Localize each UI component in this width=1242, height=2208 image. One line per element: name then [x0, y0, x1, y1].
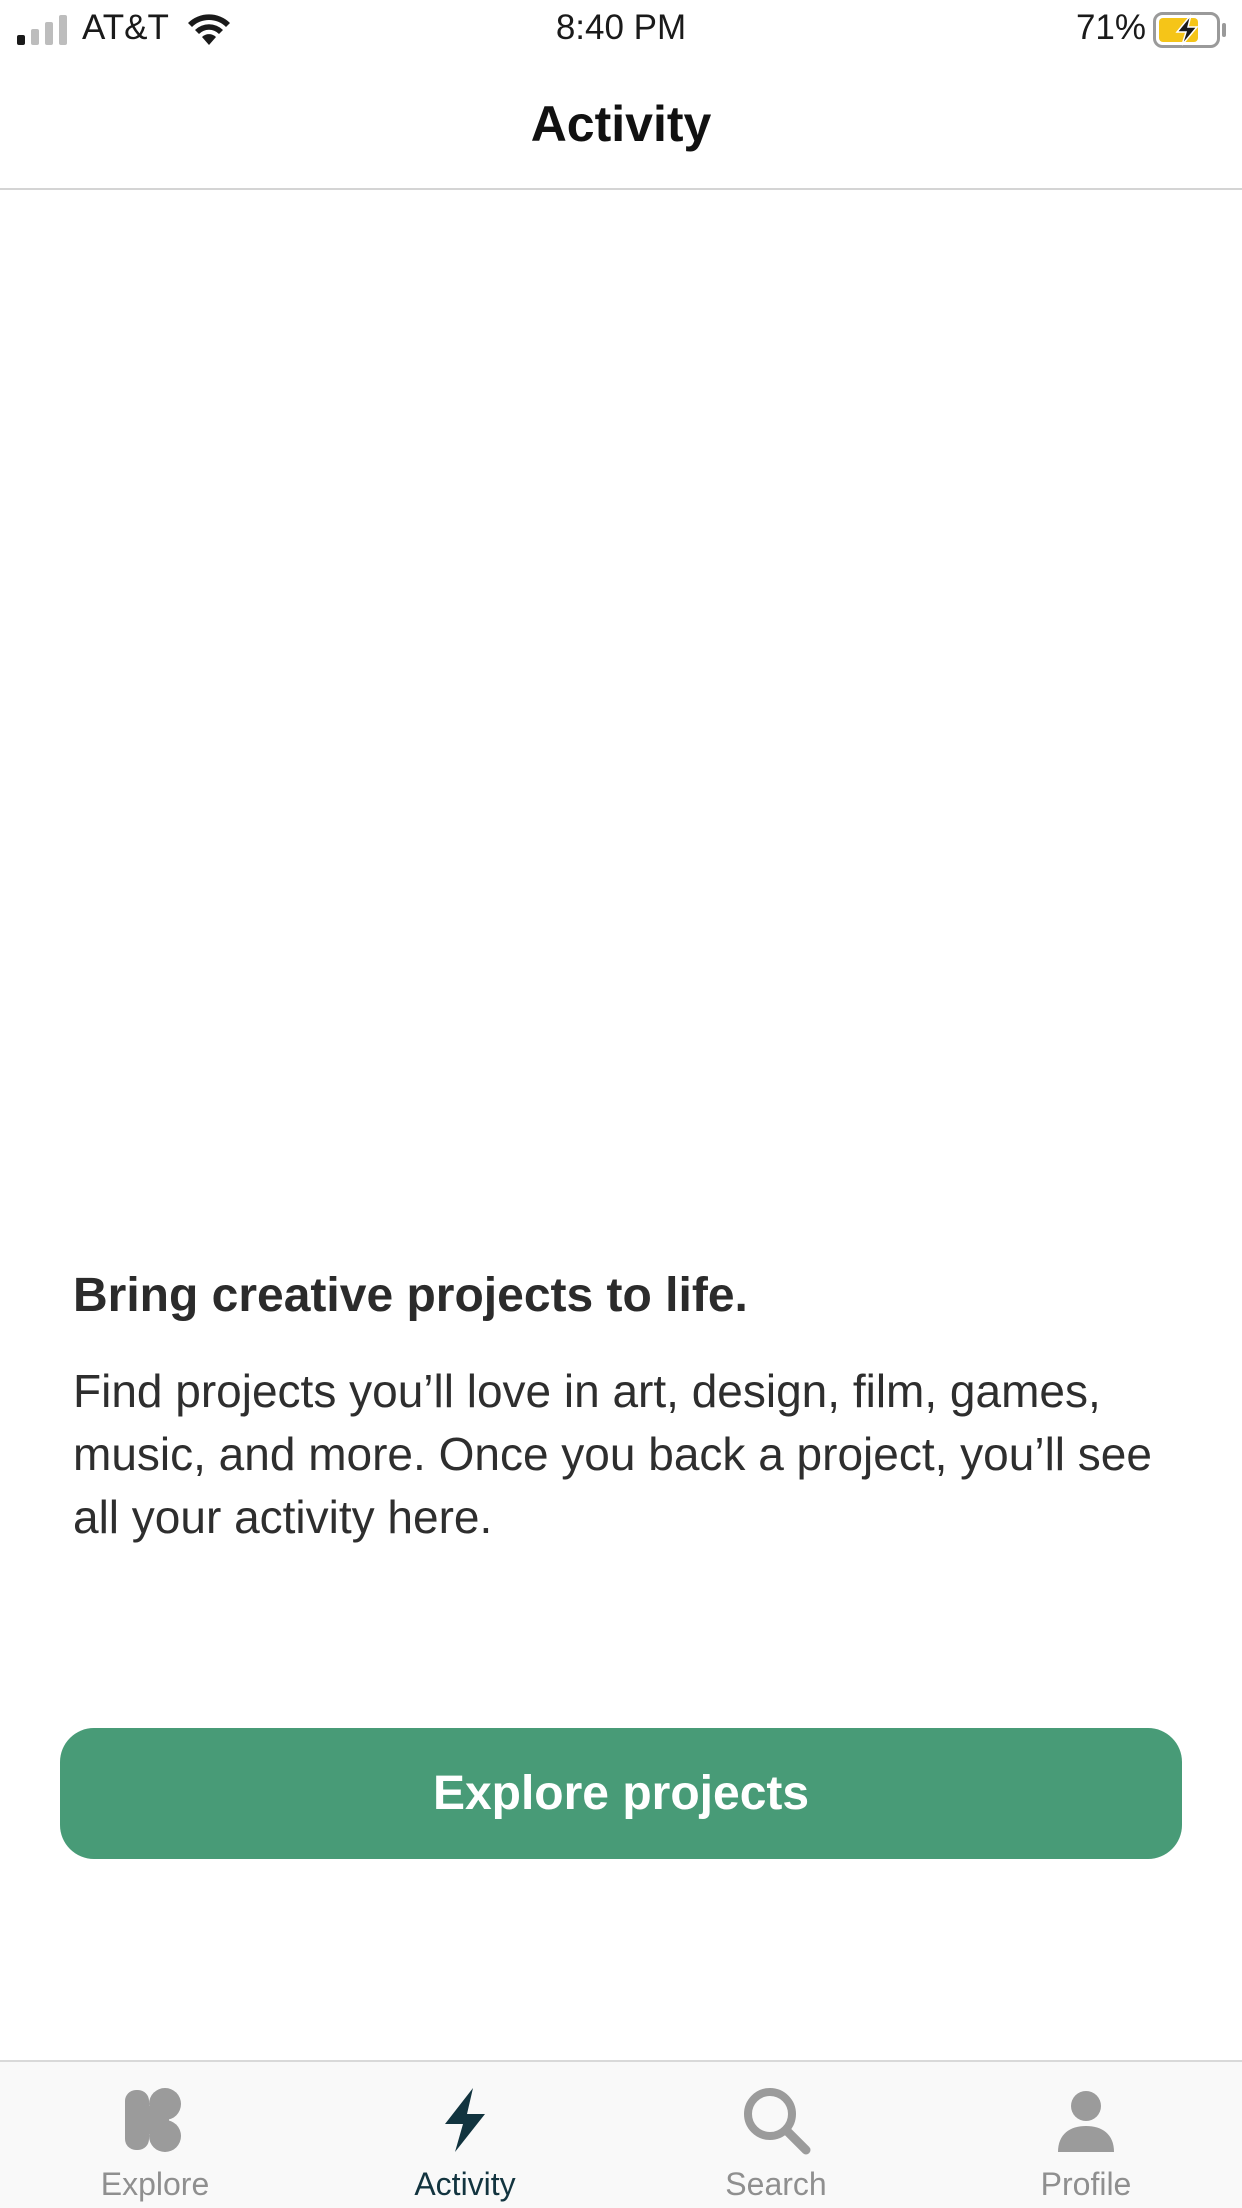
tab-activity[interactable]: Activity [310, 2062, 620, 2208]
person-icon [1058, 2091, 1114, 2152]
tab-search[interactable]: Search [621, 2062, 931, 2208]
tab-label-activity: Activity [414, 2166, 516, 2202]
tab-bar: Explore Activity Search Profile [0, 2060, 1242, 2208]
battery-percentage: 71% [1075, 8, 1146, 47]
empty-state-description: Find projects you’ll love in art, design… [73, 1365, 1152, 1543]
tab-profile[interactable]: Profile [931, 2062, 1241, 2208]
lightning-bolt-icon [445, 2088, 485, 2152]
navigation-bar: Activity [0, 60, 1242, 190]
explore-projects-button[interactable]: Explore projects [60, 1728, 1182, 1859]
empty-state-title: Bring creative projects to life. [73, 1269, 748, 1322]
tab-label-search: Search [725, 2166, 827, 2202]
magnifier-icon [744, 2088, 811, 2155]
tab-label-explore: Explore [100, 2166, 210, 2202]
tab-explore[interactable]: Explore [0, 2062, 310, 2208]
tab-label-profile: Profile [1040, 2166, 1132, 2202]
page-title: Activity [530, 96, 712, 152]
battery-charging-icon [1153, 12, 1226, 48]
status-bar: AT&T 8:40 PM 71% [0, 0, 1242, 60]
kickstarter-k-icon [125, 2088, 181, 2152]
clock: 8:40 PM [555, 8, 687, 47]
